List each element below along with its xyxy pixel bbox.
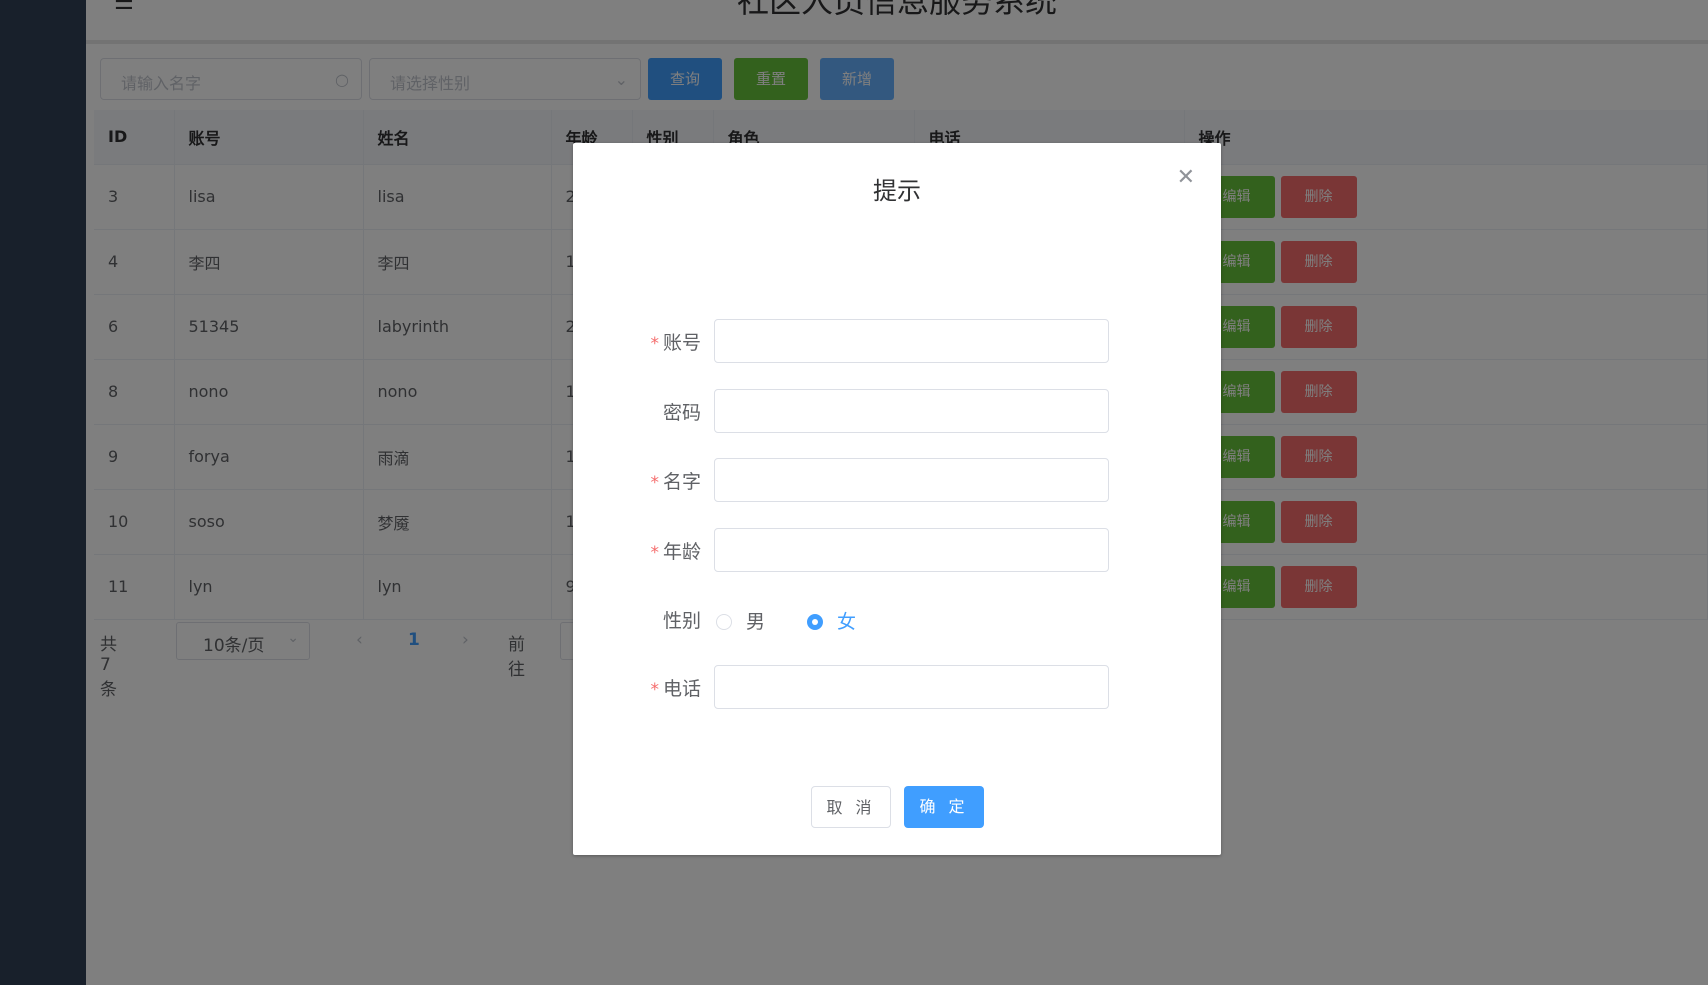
account-label: * 账号: [650, 328, 701, 355]
radio-checked-icon: [807, 614, 823, 630]
required-mark: *: [650, 543, 659, 563]
gender-radio-female[interactable]: 女: [807, 607, 856, 634]
cancel-button[interactable]: 取 消: [811, 786, 891, 828]
required-mark: *: [650, 680, 659, 700]
phone-label: * 电话: [650, 674, 701, 701]
dialog-title: 提示: [873, 177, 921, 205]
confirm-button[interactable]: 确 定: [904, 786, 984, 828]
form-row-name: * 名字: [573, 458, 1221, 502]
account-field[interactable]: [714, 319, 1109, 363]
name-field[interactable]: [714, 458, 1109, 502]
gender-radio-male[interactable]: 男: [716, 607, 765, 634]
phone-field[interactable]: [714, 665, 1109, 709]
form-row-age: * 年龄: [573, 528, 1221, 572]
form-row-password: 密码: [573, 389, 1221, 433]
gender-label: 性别: [662, 610, 701, 632]
form-row-phone: * 电话: [573, 665, 1221, 709]
name-label-text: 名字: [662, 471, 701, 493]
password-label: 密码: [662, 402, 701, 424]
form-row-account: * 账号: [573, 319, 1221, 363]
age-field[interactable]: [714, 528, 1109, 572]
gender-option-female: 女: [837, 611, 857, 633]
required-mark: *: [650, 334, 659, 354]
close-icon[interactable]: ✕: [1177, 167, 1195, 189]
account-label-text: 账号: [662, 332, 701, 354]
age-label-text: 年龄: [662, 541, 701, 563]
radio-circle-icon: [716, 614, 732, 630]
name-label: * 名字: [650, 467, 701, 494]
gender-option-male: 男: [746, 611, 766, 633]
password-field[interactable]: [714, 389, 1109, 433]
age-label: * 年龄: [650, 537, 701, 564]
user-form-dialog: 提示 ✕ * 账号 密码 * 名字 * 年龄 性别 男 女 * 电话 取 消 确 定: [573, 143, 1221, 855]
required-mark: *: [650, 473, 659, 493]
phone-label-text: 电话: [662, 678, 701, 700]
form-row-gender: 性别 男 女: [573, 597, 1221, 641]
